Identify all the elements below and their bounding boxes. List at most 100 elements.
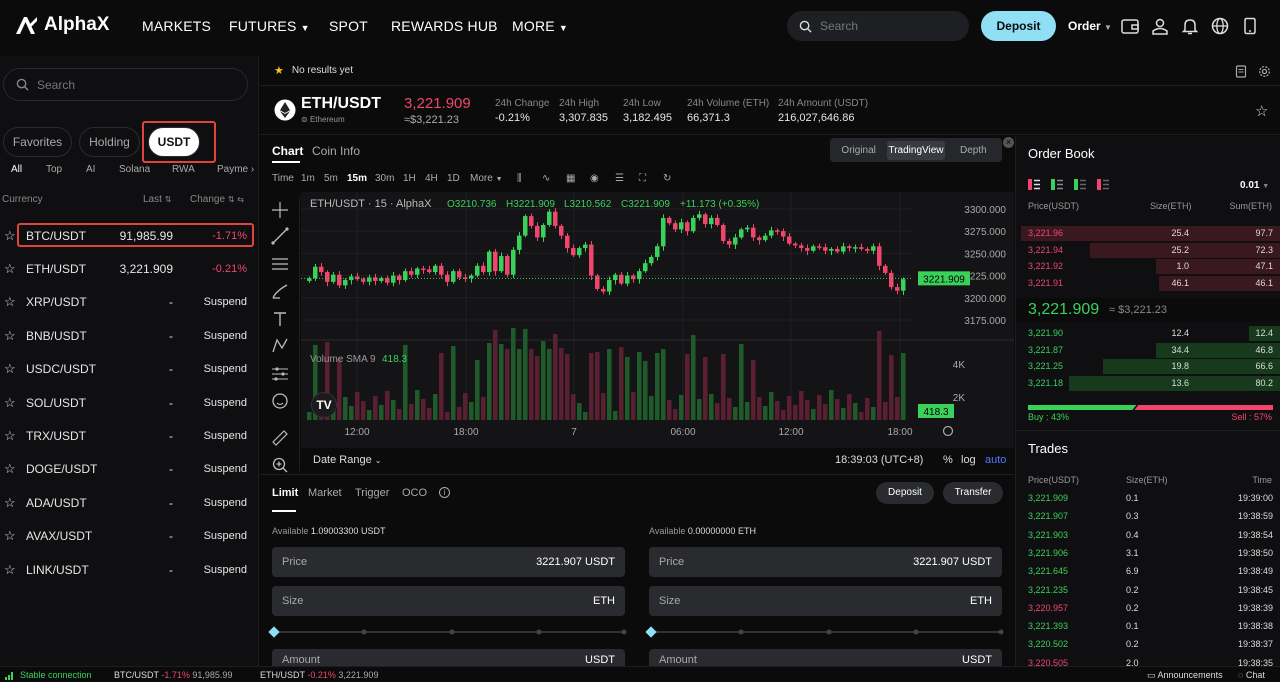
bid-row[interactable]: 3,221.87 34.4 46.8 bbox=[1016, 342, 1280, 358]
ask-row[interactable]: 3,221.96 25.4 97.7 bbox=[1016, 225, 1280, 241]
category-rwa[interactable]: RWA bbox=[172, 164, 195, 175]
book-bids-only-icon[interactable] bbox=[1074, 179, 1086, 190]
download-app-icon[interactable] bbox=[1240, 16, 1260, 36]
pattern-icon[interactable] bbox=[270, 336, 290, 356]
date-range-button[interactable]: Date Range ⌄ bbox=[313, 454, 381, 466]
sell-size-field[interactable]: Size ETH bbox=[649, 586, 1002, 616]
nav-more[interactable]: MORE ▼ bbox=[512, 18, 568, 34]
market-row[interactable]: ☆ BNB/USDT - Suspend bbox=[0, 319, 259, 352]
order-menu[interactable]: Order ▼ bbox=[1068, 19, 1112, 33]
category-solana[interactable]: Solana bbox=[119, 164, 150, 175]
tab-oco[interactable]: OCO bbox=[402, 487, 427, 499]
tab-holding[interactable]: Holding bbox=[79, 127, 140, 157]
sell-price-field[interactable]: Price 3221.907 USDT bbox=[649, 547, 1002, 577]
tab-favorites[interactable]: Favorites bbox=[3, 127, 72, 157]
market-row[interactable]: ☆ DOGE/USDT - Suspend bbox=[0, 453, 259, 486]
template-icon[interactable]: ☰ bbox=[615, 173, 624, 184]
market-row[interactable]: ☆ TRX/USDT - Suspend bbox=[0, 419, 259, 452]
footer-ticker-btc[interactable]: BTC/USDT -1.71% 91,985.99 bbox=[114, 670, 232, 680]
deposit-button[interactable]: Deposit bbox=[981, 11, 1056, 41]
layout-grid-icon[interactable]: ▦ bbox=[566, 173, 575, 184]
view-tradingview[interactable]: TradingView bbox=[887, 140, 945, 160]
favorite-star-icon[interactable]: ☆ bbox=[4, 261, 16, 277]
log-scale-toggle[interactable]: log bbox=[961, 454, 976, 466]
tf-15m[interactable]: 15m bbox=[347, 173, 367, 184]
top-search-input[interactable]: Search bbox=[787, 11, 969, 41]
info-icon[interactable]: i bbox=[439, 487, 450, 498]
tf-5m[interactable]: 5m bbox=[324, 173, 338, 184]
chat-link[interactable]: ◌ Chat bbox=[1238, 670, 1265, 680]
ask-row[interactable]: 3,221.91 46.1 46.1 bbox=[1016, 275, 1280, 292]
favorite-star-icon[interactable]: ☆ bbox=[4, 228, 16, 244]
fullscreen-icon[interactable]: ⛶ bbox=[639, 173, 646, 184]
favorite-star-icon[interactable]: ☆ bbox=[4, 328, 16, 344]
market-row[interactable]: ☆ AVAX/USDT - Suspend bbox=[0, 520, 259, 553]
market-row[interactable]: ☆ XRP/USDT - Suspend bbox=[0, 286, 259, 319]
bell-icon[interactable] bbox=[1180, 16, 1200, 36]
market-row[interactable]: ☆ LINK/USDT - Suspend bbox=[0, 553, 259, 586]
nav-spot[interactable]: SPOT bbox=[329, 18, 368, 34]
camera-icon[interactable]: ◉ bbox=[590, 173, 599, 184]
market-row[interactable]: ☆ ADA/USDT - Suspend bbox=[0, 486, 259, 519]
ask-row[interactable]: 3,221.94 25.2 72.3 bbox=[1016, 242, 1280, 258]
wallet-icon[interactable] bbox=[1120, 16, 1140, 36]
favorite-star-icon[interactable]: ☆ bbox=[4, 461, 16, 477]
auto-scale-toggle[interactable]: auto bbox=[985, 454, 1006, 466]
tf-30m[interactable]: 30m bbox=[375, 173, 394, 184]
nav-futures[interactable]: FUTURES ▼ bbox=[229, 18, 310, 34]
favorite-star-icon[interactable]: ☆ bbox=[4, 495, 16, 511]
tab-coin-info[interactable]: Coin Info bbox=[312, 144, 360, 158]
text-tool-icon[interactable] bbox=[270, 309, 290, 329]
announcements-link[interactable]: ▭ Announcements bbox=[1147, 670, 1223, 681]
book-asks-only-icon[interactable] bbox=[1097, 179, 1109, 190]
tradingview-logo-icon[interactable]: TV bbox=[311, 392, 337, 418]
tab-limit[interactable]: Limit bbox=[272, 487, 298, 499]
logo[interactable]: AlphaX bbox=[14, 14, 109, 36]
favorite-star-icon[interactable]: ☆ bbox=[4, 294, 16, 310]
favorite-star-icon[interactable]: ☆ bbox=[1255, 102, 1268, 120]
settings-gear-icon[interactable] bbox=[1258, 65, 1271, 78]
bid-row[interactable]: 3,221.18 13.6 80.2 bbox=[1016, 375, 1280, 392]
tab-chart[interactable]: Chart bbox=[272, 144, 303, 158]
category-ai[interactable]: AI bbox=[86, 164, 95, 175]
tf-1d[interactable]: 1D bbox=[447, 173, 460, 184]
horizontal-lines-icon[interactable] bbox=[270, 254, 290, 274]
trend-line-icon[interactable] bbox=[270, 226, 290, 246]
col-currency[interactable]: Currency bbox=[2, 194, 43, 205]
bid-row[interactable]: 3,221.25 19.8 66.6 bbox=[1016, 358, 1280, 375]
tick-size-select[interactable]: 0.01 ▼ bbox=[1240, 180, 1269, 191]
tf-1h[interactable]: 1H bbox=[403, 173, 416, 184]
tab-market[interactable]: Market bbox=[308, 487, 342, 499]
ask-row[interactable]: 3,221.92 1.0 47.1 bbox=[1016, 258, 1280, 275]
category-all[interactable]: All bbox=[11, 164, 22, 175]
sell-size-slider[interactable] bbox=[645, 625, 1005, 639]
buy-size-slider[interactable] bbox=[268, 625, 628, 639]
buy-size-field[interactable]: Size ETH bbox=[272, 586, 625, 616]
close-panel-icon[interactable]: × bbox=[1003, 137, 1014, 148]
transfer-button[interactable]: Transfer bbox=[943, 482, 1003, 504]
tf-4h[interactable]: 4H bbox=[425, 173, 438, 184]
bid-row[interactable]: 3,221.90 12.4 12.4 bbox=[1016, 325, 1280, 341]
buy-price-field[interactable]: Price 3221.907 USDT bbox=[272, 547, 625, 577]
zoom-in-icon[interactable] bbox=[270, 455, 290, 475]
tf-1m[interactable]: 1m bbox=[301, 173, 315, 184]
market-row[interactable]: ☆ USDC/USDT - Suspend bbox=[0, 353, 259, 386]
category-payment[interactable]: Payme › bbox=[217, 164, 254, 175]
nav-rewards-hub[interactable]: REWARDS HUB bbox=[391, 18, 498, 34]
emoji-icon[interactable] bbox=[270, 391, 290, 411]
view-original[interactable]: Original bbox=[830, 145, 887, 156]
measure-settings-icon[interactable] bbox=[270, 364, 290, 384]
favorite-star-icon[interactable]: ☆ bbox=[4, 428, 16, 444]
book-bids-icon[interactable] bbox=[1051, 179, 1063, 190]
tf-more[interactable]: More ▼ bbox=[470, 173, 503, 184]
tf-time[interactable]: Time bbox=[272, 173, 294, 184]
favorite-star-icon[interactable]: ☆ bbox=[4, 361, 16, 377]
footer-ticker-eth[interactable]: ETH/USDT -0.21% 3,221.909 bbox=[260, 670, 378, 680]
category-top[interactable]: Top bbox=[46, 164, 62, 175]
buy-amount-field[interactable]: Amount USDT bbox=[272, 649, 625, 667]
reset-icon[interactable]: ↻ bbox=[663, 173, 671, 184]
sell-amount-field[interactable]: Amount USDT bbox=[649, 649, 1002, 667]
market-row[interactable]: ☆ ETH/USDT 3,221.909 -0.21% bbox=[0, 252, 259, 285]
form-deposit-button[interactable]: Deposit bbox=[876, 482, 934, 504]
favorite-star-icon[interactable]: ☆ bbox=[4, 395, 16, 411]
